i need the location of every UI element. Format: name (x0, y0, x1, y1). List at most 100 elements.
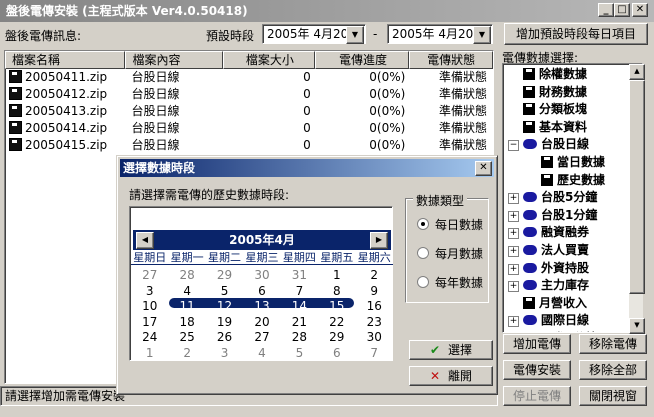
close-window-button[interactable]: ✕ (632, 3, 648, 17)
calendar-day[interactable]: 6 (243, 284, 280, 299)
column-header[interactable]: 檔案大小 (223, 51, 315, 69)
calendar-day[interactable]: 16 (356, 299, 393, 314)
calendar-day[interactable]: 26 (206, 330, 243, 345)
calendar-day[interactable]: 8 (318, 284, 355, 299)
tree-item[interactable]: 除權數據 (503, 66, 642, 84)
scroll-up-icon[interactable]: ▲ (629, 64, 645, 80)
dropdown-arrow-icon[interactable]: ▼ (346, 26, 364, 44)
radio-icon[interactable] (417, 247, 429, 259)
install-transfer-button[interactable]: 電傳安裝 (503, 360, 571, 380)
calendar-day[interactable]: 29 (206, 268, 243, 283)
radio-icon[interactable] (417, 276, 429, 288)
prev-month-button[interactable]: ◀ (136, 232, 154, 249)
tree-item[interactable]: 當日數據 (503, 154, 642, 172)
table-row[interactable]: 20050412.zip 台股日線 0 0(0%) 準備狀態 (5, 86, 493, 103)
calendar-day[interactable]: 11 (168, 299, 205, 314)
calendar-day[interactable]: 17 (131, 315, 168, 330)
calendar-day[interactable]: 3 (206, 346, 243, 361)
calendar-day[interactable]: 22 (318, 315, 355, 330)
calendar-day[interactable]: 18 (168, 315, 205, 330)
tree-item[interactable]: + 主力庫存 (503, 277, 642, 295)
table-row[interactable]: 20050414.zip 台股日線 0 0(0%) 準備狀態 (5, 120, 493, 137)
calendar-day[interactable]: 7 (281, 284, 318, 299)
calendar-day[interactable]: 4 (168, 284, 205, 299)
tree-item[interactable]: + 台股1分鐘 (503, 207, 642, 225)
leave-button[interactable]: ✕ 離開 (409, 366, 493, 386)
calendar-day[interactable]: 30 (356, 330, 393, 345)
column-header[interactable]: 檔案內容 (125, 51, 224, 69)
dialog-close-button[interactable]: ✕ (475, 161, 492, 176)
calendar-day[interactable]: 21 (281, 315, 318, 330)
tree-item[interactable]: − 台股日線 (503, 136, 642, 154)
calendar-day[interactable]: 23 (356, 315, 393, 330)
data-type-radio[interactable]: 每日數據 (417, 216, 483, 233)
calendar-day[interactable]: 12 (206, 299, 243, 314)
date-to-picker[interactable]: 2005年 4月20日 ▼ (387, 24, 493, 44)
calendar-day[interactable]: 3 (131, 284, 168, 299)
data-tree[interactable]: 除權數據 財務數據 分類板塊 基本資料 − 台股日線 當日數據 歷史數據 + 台股5分鐘 + 台股1分… (502, 63, 643, 333)
minimize-button[interactable]: _ (598, 3, 614, 17)
scroll-down-icon[interactable]: ▼ (629, 318, 645, 334)
table-row[interactable]: 20050413.zip 台股日線 0 0(0%) 準備狀態 (5, 103, 493, 120)
tree-item[interactable]: 財務數據 (503, 84, 642, 102)
tree-item[interactable]: 分類板塊 (503, 101, 642, 119)
calendar-day[interactable]: 5 (281, 346, 318, 361)
expand-icon[interactable]: + (508, 316, 519, 328)
dialog-title-bar[interactable]: 選擇數據時段 ✕ (120, 159, 494, 177)
tree-item[interactable]: + 融資融券 (503, 224, 642, 242)
close-window-action-button[interactable]: 關閉視窗 (579, 386, 647, 406)
calendar-day[interactable]: 5 (206, 284, 243, 299)
remove-all-button[interactable]: 移除全部 (579, 360, 647, 380)
expand-icon[interactable]: + (508, 281, 519, 293)
data-type-radio[interactable]: 每月數據 (417, 245, 483, 262)
tree-item[interactable]: 基本資料 (503, 119, 642, 137)
expand-icon[interactable]: + (508, 245, 519, 257)
expand-icon[interactable]: + (508, 210, 519, 222)
tree-item[interactable]: 歷史數據 (503, 172, 642, 190)
tree-item[interactable]: +國際5分鐘 (503, 330, 642, 332)
calendar-day[interactable]: 10 (131, 299, 168, 314)
calendar-day[interactable]: 13 (243, 299, 280, 314)
select-period-dialog[interactable]: 選擇數據時段 ✕ 請選擇需電傳的歷史數據時段: ◀ 2005年4月 ▶ 星期日星… (116, 155, 498, 395)
next-month-button[interactable]: ▶ (370, 232, 388, 249)
calendar-day[interactable]: 9 (356, 284, 393, 299)
date-from-picker[interactable]: 2005年 4月20日 ▼ (262, 24, 366, 44)
tree-item[interactable]: + 法人買賣 (503, 242, 642, 260)
calendar-day[interactable]: 1 (131, 346, 168, 361)
expand-icon[interactable]: + (508, 193, 519, 205)
select-button[interactable]: ✔ 選擇 (409, 340, 493, 360)
tree-scrollbar[interactable]: ▲ ▼ (629, 64, 645, 334)
dropdown-arrow-icon[interactable]: ▼ (473, 26, 491, 44)
radio-icon[interactable] (417, 218, 429, 230)
calendar-day[interactable]: 24 (131, 330, 168, 345)
expand-icon[interactable]: + (508, 263, 519, 275)
calendar-day[interactable]: 2 (168, 346, 205, 361)
calendar-day[interactable]: 27 (131, 268, 168, 283)
calendar-day[interactable]: 27 (243, 330, 280, 345)
data-type-radio[interactable]: 每年數據 (417, 274, 483, 291)
title-bar[interactable]: 盤後電傳安裝 (主程式版本 Ver4.0.50418) (0, 0, 654, 22)
tree-item[interactable]: + 國際日線 (503, 312, 642, 330)
calendar-day[interactable]: 29 (318, 330, 355, 345)
table-row[interactable]: 20050411.zip 台股日線 0 0(0%) 準備狀態 (5, 69, 493, 86)
calendar-day[interactable]: 6 (318, 346, 355, 361)
calendar-day[interactable]: 19 (206, 315, 243, 330)
column-header[interactable]: 電傳狀態 (409, 51, 493, 69)
calendar-day[interactable]: 7 (356, 346, 393, 361)
calendar-day[interactable]: 14 (281, 299, 318, 314)
calendar-day[interactable]: 1 (318, 268, 355, 283)
stop-transfer-button[interactable]: 停止電傳 (503, 386, 571, 406)
calendar-day[interactable]: 31 (281, 268, 318, 283)
calendar-day[interactable]: 30 (243, 268, 280, 283)
calendar-day[interactable]: 20 (243, 315, 280, 330)
tree-item[interactable]: 月營收入 (503, 295, 642, 313)
tree-item[interactable]: + 外資持股 (503, 260, 642, 278)
calendar-day[interactable]: 28 (281, 330, 318, 345)
add-transfer-button[interactable]: 增加電傳 (503, 334, 571, 354)
remove-transfer-button[interactable]: 移除電傳 (579, 334, 647, 354)
column-header[interactable]: 電傳進度 (314, 51, 410, 69)
maximize-button[interactable]: □ (614, 3, 630, 17)
calendar-day[interactable]: 2 (356, 268, 393, 283)
calendar-day[interactable]: 25 (168, 330, 205, 345)
tree-item[interactable]: + 台股5分鐘 (503, 189, 642, 207)
